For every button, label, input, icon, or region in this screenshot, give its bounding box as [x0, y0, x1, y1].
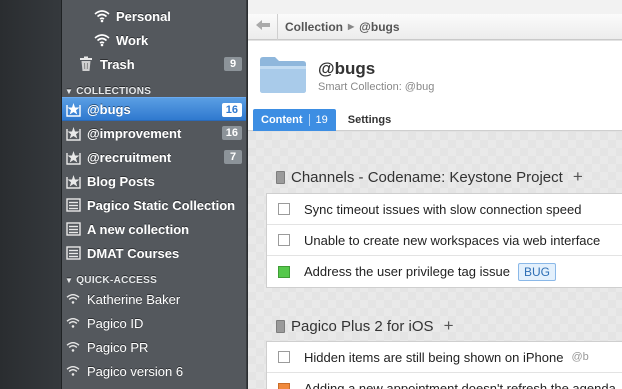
sidebar-item-label: @recruitment [87, 149, 172, 165]
task-checkbox[interactable] [278, 234, 290, 246]
sidebar-item-label: @bugs [87, 101, 131, 117]
sidebar-item-label: Pagico Static Collection [87, 197, 236, 213]
wifi-icon [65, 339, 81, 355]
tag-badge[interactable]: BUG [517, 262, 556, 281]
task-text[interactable]: Unable to create new workspaces via web … [304, 233, 600, 248]
section-label: COLLECTIONS [76, 85, 152, 97]
static-collection-tray-icon [65, 197, 81, 213]
tab-label: Settings [347, 114, 392, 126]
project-header[interactable]: Pagico Plus 2 for iOS + [276, 316, 454, 336]
tab-count: 19 [308, 114, 328, 126]
folder-icon [258, 54, 308, 99]
back-button[interactable] [248, 13, 278, 40]
task-checkbox-in-progress[interactable] [278, 382, 290, 389]
sidebar-item-katherine-baker[interactable]: Katherine Baker [62, 287, 246, 311]
wifi-icon [65, 315, 81, 331]
static-collection-tray-icon [65, 245, 81, 261]
task-list: Sync timeout issues with slow connection… [266, 193, 622, 288]
tab-content[interactable]: Content 19 [253, 109, 336, 131]
smart-collection-star-icon [65, 149, 81, 165]
sidebar-item-label: Katherine Baker [87, 291, 181, 307]
task-list: Hidden items are still being shown on iP… [266, 341, 622, 389]
sidebar-item-label: A new collection [87, 221, 190, 237]
sidebar-item-label: DMAT Courses [87, 245, 180, 261]
sidebar-item-label: Work [116, 32, 149, 48]
tag-label[interactable]: @b [571, 351, 588, 363]
add-task-button[interactable]: + [573, 167, 583, 187]
tab-bar: Content 19 Settings [253, 109, 399, 131]
task-row[interactable]: Address the user privilege tag issue BUG [267, 256, 622, 287]
sidebar-item-pagico-static-collection[interactable]: Pagico Static Collection [62, 193, 246, 217]
sidebar-item-label: Personal [116, 8, 171, 24]
project-title[interactable]: Pagico Plus 2 for iOS [291, 318, 434, 335]
sidebar-item-work[interactable]: Work [62, 28, 246, 52]
wifi-icon [94, 32, 110, 48]
back-arrow-icon [255, 19, 271, 34]
disclosure-triangle-icon: ▼ [65, 86, 74, 96]
smart-collection-star-icon [65, 101, 81, 117]
trash-icon [78, 56, 94, 72]
project-title[interactable]: Channels - Codename: Keystone Project [291, 169, 563, 186]
collection-header: @bugs Smart Collection: @bug Content 19 … [248, 41, 622, 131]
smart-collection-star-icon [65, 173, 81, 189]
task-text[interactable]: Address the user privilege tag issue [304, 264, 510, 279]
tab-label: Content [261, 114, 303, 126]
window-gutter [0, 0, 62, 389]
wifi-icon [65, 363, 81, 379]
task-text[interactable]: Hidden items are still being shown on iP… [304, 350, 563, 365]
sidebar-item-label: Blog Posts [87, 173, 155, 189]
task-checkbox[interactable] [278, 203, 290, 215]
count-badge: 7 [224, 150, 242, 164]
collections-section-header[interactable]: ▼ COLLECTIONS [65, 84, 245, 98]
project-header[interactable]: Channels - Codename: Keystone Project + [276, 167, 583, 187]
page-subtitle: Smart Collection: @bug [318, 81, 435, 93]
task-text[interactable]: Sync timeout issues with slow connection… [304, 202, 581, 217]
sidebar-item-improvement[interactable]: @improvement 16 [62, 121, 246, 145]
count-badge: 16 [221, 103, 242, 117]
sidebar-item-label: Pagico version 6 [87, 363, 184, 379]
disclosure-triangle-icon: ▼ [65, 275, 74, 285]
sidebar-item-personal[interactable]: Personal [62, 4, 246, 28]
quick-access-section-header[interactable]: ▼ QUICK-ACCESS [65, 273, 245, 287]
sidebar-item-label: Pagico ID [87, 315, 144, 331]
sidebar-item-pagico-id[interactable]: Pagico ID [62, 311, 246, 335]
sidebar-item-trash[interactable]: Trash 9 [62, 52, 246, 76]
wifi-icon [65, 291, 81, 307]
smart-collection-star-icon [65, 125, 81, 141]
sidebar-item-pagico-pr[interactable]: Pagico PR [62, 335, 246, 359]
breadcrumb-item-current: @bugs [359, 19, 400, 34]
sidebar-item-bugs[interactable]: @bugs 16 [62, 97, 246, 121]
add-task-button[interactable]: + [444, 316, 454, 336]
task-row[interactable]: Adding a new appointment doesn't refresh… [267, 373, 622, 389]
wifi-icon [94, 8, 110, 24]
sidebar: Personal Work Trash 9 ▼ COLLECTIONS @bug… [62, 0, 247, 389]
sidebar-item-recruitment[interactable]: @recruitment 7 [62, 145, 246, 169]
task-row[interactable]: Sync timeout issues with slow connection… [267, 194, 622, 225]
task-row[interactable]: Unable to create new workspaces via web … [267, 225, 622, 256]
task-checkbox-done[interactable] [278, 265, 290, 278]
task-text[interactable]: Adding a new appointment doesn't refresh… [304, 381, 616, 389]
project-icon [276, 319, 285, 333]
breadcrumb-separator-icon: ▶ [348, 22, 355, 31]
sidebar-item-label: @improvement [87, 125, 182, 141]
task-row[interactable]: Hidden items are still being shown on iP… [267, 342, 622, 373]
top-edge [248, 0, 622, 14]
sidebar-item-a-new-collection[interactable]: A new collection [62, 217, 246, 241]
page-title: @bugs [318, 59, 376, 78]
main-content: Collection ▶ @bugs @bugs Smart Collectio… [248, 0, 622, 389]
section-label: QUICK-ACCESS [76, 274, 158, 286]
project-icon [276, 170, 285, 184]
count-badge: 16 [221, 126, 242, 140]
sidebar-item-dmat-courses[interactable]: DMAT Courses [62, 241, 246, 265]
breadcrumb-item[interactable]: Collection [285, 20, 343, 34]
breadcrumb: Collection ▶ @bugs [248, 13, 622, 40]
tab-settings[interactable]: Settings [340, 109, 399, 131]
sidebar-item-label: Trash [100, 56, 135, 72]
sidebar-item-label: Pagico PR [87, 339, 149, 355]
sidebar-item-pagico-version-6[interactable]: Pagico version 6 [62, 359, 246, 383]
static-collection-tray-icon [65, 221, 81, 237]
sidebar-item-blog-posts[interactable]: Blog Posts [62, 169, 246, 193]
task-checkbox[interactable] [278, 351, 290, 363]
count-badge: 9 [224, 57, 242, 71]
